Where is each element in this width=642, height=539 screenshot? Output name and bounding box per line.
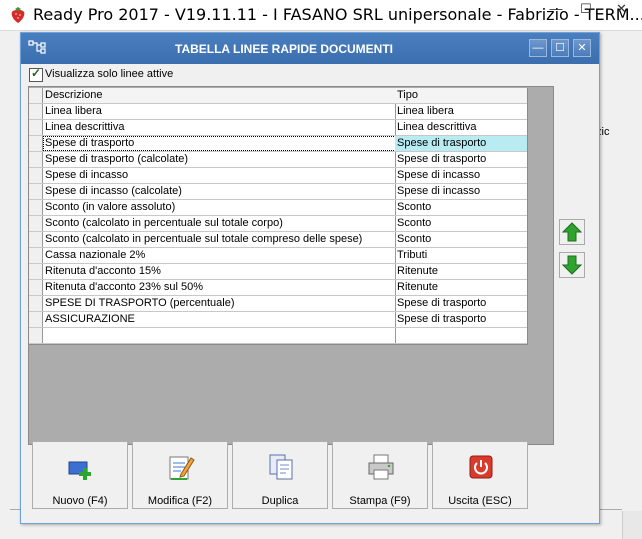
dialog-titlebar[interactable]: TABELLA LINEE RAPIDE DOCUMENTI — ☐ ✕ bbox=[21, 33, 599, 64]
linee-rapide-dialog: TABELLA LINEE RAPIDE DOCUMENTI — ☐ ✕ Vis… bbox=[20, 32, 600, 524]
row-indicator[interactable] bbox=[29, 184, 43, 199]
app-scrollbar[interactable] bbox=[622, 511, 642, 539]
cell-tipo[interactable]: Ritenute bbox=[395, 280, 527, 295]
row-indicator[interactable] bbox=[29, 280, 43, 295]
duplica-label: Duplica bbox=[261, 495, 299, 507]
dialog-title: TABELLA LINEE RAPIDE DOCUMENTI bbox=[175, 42, 393, 56]
uscita-button[interactable]: Uscita (ESC) bbox=[432, 441, 528, 509]
cell-descrizione[interactable]: Linea libera bbox=[43, 104, 396, 119]
row-indicator[interactable] bbox=[29, 216, 43, 231]
strawberry-app-icon bbox=[11, 7, 25, 23]
table-row[interactable]: Linea libera Linea libera bbox=[29, 104, 527, 120]
cell-tipo[interactable] bbox=[395, 328, 527, 343]
app-titlebar: Ready Pro 2017 - V19.11.11 - I FASANO SR… bbox=[0, 0, 642, 31]
cell-tipo[interactable]: Sconto bbox=[395, 232, 527, 247]
row-indicator[interactable] bbox=[29, 312, 43, 327]
active-lines-checkbox-label[interactable]: Visualizza solo linee attive bbox=[45, 68, 173, 80]
cell-tipo[interactable]: Spese di trasporto bbox=[395, 296, 527, 311]
grid-panel: Descrizione Tipo Linea libera Linea liber… bbox=[28, 86, 554, 445]
cell-descrizione[interactable]: Ritenuta d'acconto 15% bbox=[43, 264, 396, 279]
nuovo-button[interactable]: Nuovo (F4) bbox=[32, 441, 128, 509]
new-record-icon bbox=[68, 461, 91, 480]
row-indicator[interactable] bbox=[29, 136, 43, 151]
cell-descrizione[interactable]: Cassa nazionale 2% bbox=[43, 248, 396, 263]
cell-descrizione[interactable]: Spese di trasporto (calcolate) bbox=[43, 152, 396, 167]
cell-tipo[interactable]: Linea descrittiva bbox=[395, 120, 527, 135]
table-row[interactable]: Sconto (in valore assoluto) Sconto bbox=[29, 200, 527, 216]
row-indicator[interactable] bbox=[29, 232, 43, 247]
nuovo-label: Nuovo (F4) bbox=[52, 495, 108, 507]
row-indicator[interactable] bbox=[29, 168, 43, 183]
table-row[interactable] bbox=[29, 328, 527, 344]
row-indicator[interactable] bbox=[29, 264, 43, 279]
cell-tipo[interactable]: Spese di trasporto bbox=[395, 136, 527, 151]
move-down-button[interactable] bbox=[559, 252, 585, 278]
cell-tipo[interactable]: Sconto bbox=[395, 200, 527, 215]
edit-document-icon bbox=[169, 456, 195, 480]
table-row[interactable]: Spese di trasporto Spese di trasporto bbox=[29, 136, 527, 152]
row-indicator[interactable] bbox=[29, 200, 43, 215]
cell-descrizione[interactable]: Linea descrittiva bbox=[43, 120, 396, 135]
column-header-descrizione[interactable]: Descrizione bbox=[43, 88, 396, 103]
table-row[interactable]: Linea descrittiva Linea descrittiva bbox=[29, 120, 527, 136]
table-row[interactable]: Spese di incasso Spese di incasso bbox=[29, 168, 527, 184]
cell-tipo[interactable]: Spese di incasso bbox=[395, 168, 527, 183]
green-down-arrow-icon bbox=[562, 255, 582, 275]
uscita-label: Uscita (ESC) bbox=[448, 495, 512, 507]
cell-tipo[interactable]: Spese di trasporto bbox=[395, 312, 527, 327]
row-indicator[interactable] bbox=[29, 328, 43, 343]
cell-descrizione[interactable]: Spese di trasporto bbox=[43, 136, 396, 151]
table-row[interactable]: Cassa nazionale 2% Tributi bbox=[29, 248, 527, 264]
maximize-button[interactable]: ☐ bbox=[571, 0, 601, 20]
cell-descrizione[interactable]: ASSICURAZIONE bbox=[43, 312, 396, 327]
table-row[interactable]: Ritenuta d'acconto 23% sul 50% Ritenute bbox=[29, 280, 527, 296]
table-row[interactable]: Spese di incasso (calcolate) Spese di inc… bbox=[29, 184, 527, 200]
cell-tipo[interactable]: Spese di trasporto bbox=[395, 152, 527, 167]
cell-tipo[interactable]: Tributi bbox=[395, 248, 527, 263]
table-row[interactable]: SPESE DI TRASPORTO (percentuale) Spese di… bbox=[29, 296, 527, 312]
row-indicator[interactable] bbox=[29, 296, 43, 311]
table-row[interactable]: Ritenuta d'acconto 15% Ritenute bbox=[29, 264, 527, 280]
lines-grid[interactable]: Descrizione Tipo Linea libera Linea liber… bbox=[29, 88, 528, 345]
green-up-arrow-icon bbox=[562, 222, 582, 242]
move-up-button[interactable] bbox=[559, 219, 585, 245]
cell-descrizione[interactable]: SPESE DI TRASPORTO (percentuale) bbox=[43, 296, 396, 311]
cell-tipo[interactable]: Linea libera bbox=[395, 104, 527, 119]
row-indicator[interactable] bbox=[29, 104, 43, 119]
duplicate-icon bbox=[269, 454, 293, 480]
modifica-label: Modifica (F2) bbox=[147, 495, 213, 507]
column-header-tipo[interactable]: Tipo bbox=[395, 88, 527, 103]
cell-descrizione[interactable]: Sconto (calcolato in percentuale sul tot… bbox=[43, 216, 396, 231]
cell-tipo[interactable]: Ritenute bbox=[395, 264, 527, 279]
table-row[interactable]: Sconto (calcolato in percentuale sul tot… bbox=[29, 216, 527, 232]
dialog-close-button[interactable]: ✕ bbox=[573, 39, 591, 57]
cell-descrizione[interactable]: Ritenuta d'acconto 23% sul 50% bbox=[43, 280, 396, 295]
row-indicator[interactable] bbox=[29, 120, 43, 135]
table-row[interactable]: Sconto (calcolato in percentuale sul tot… bbox=[29, 232, 527, 248]
stampa-button[interactable]: Stampa (F9) bbox=[332, 441, 428, 509]
modifica-button[interactable]: Modifica (F2) bbox=[132, 441, 228, 509]
table-row[interactable]: Spese di trasporto (calcolate) Spese di t… bbox=[29, 152, 527, 168]
cell-descrizione[interactable]: Spese di incasso (calcolate) bbox=[43, 184, 396, 199]
cell-descrizione[interactable] bbox=[43, 328, 396, 343]
grid-header-row: Descrizione Tipo bbox=[29, 88, 527, 104]
cell-tipo[interactable]: Sconto bbox=[395, 216, 527, 231]
stampa-label: Stampa (F9) bbox=[349, 495, 411, 507]
cell-descrizione[interactable]: Sconto (calcolato in percentuale sul tot… bbox=[43, 232, 396, 247]
dialog-maximize-button[interactable]: ☐ bbox=[551, 39, 569, 57]
power-exit-icon bbox=[469, 455, 493, 479]
row-indicator[interactable] bbox=[29, 152, 43, 167]
cell-descrizione[interactable]: Sconto (in valore assoluto) bbox=[43, 200, 396, 215]
row-indicator[interactable] bbox=[29, 248, 43, 263]
row-indicator bbox=[29, 88, 43, 103]
active-lines-checkbox[interactable] bbox=[29, 66, 43, 82]
cell-tipo[interactable]: Spese di incasso bbox=[395, 184, 527, 199]
minimize-button[interactable]: — bbox=[541, 0, 571, 20]
cell-descrizione[interactable]: Spese di incasso bbox=[43, 168, 396, 183]
printer-icon bbox=[368, 454, 394, 480]
table-row[interactable]: ASSICURAZIONE Spese di trasporto bbox=[29, 312, 527, 328]
duplica-button[interactable]: Duplica bbox=[232, 441, 328, 509]
dialog-minimize-button[interactable]: — bbox=[529, 39, 547, 57]
close-button[interactable]: ✕ bbox=[601, 0, 642, 20]
